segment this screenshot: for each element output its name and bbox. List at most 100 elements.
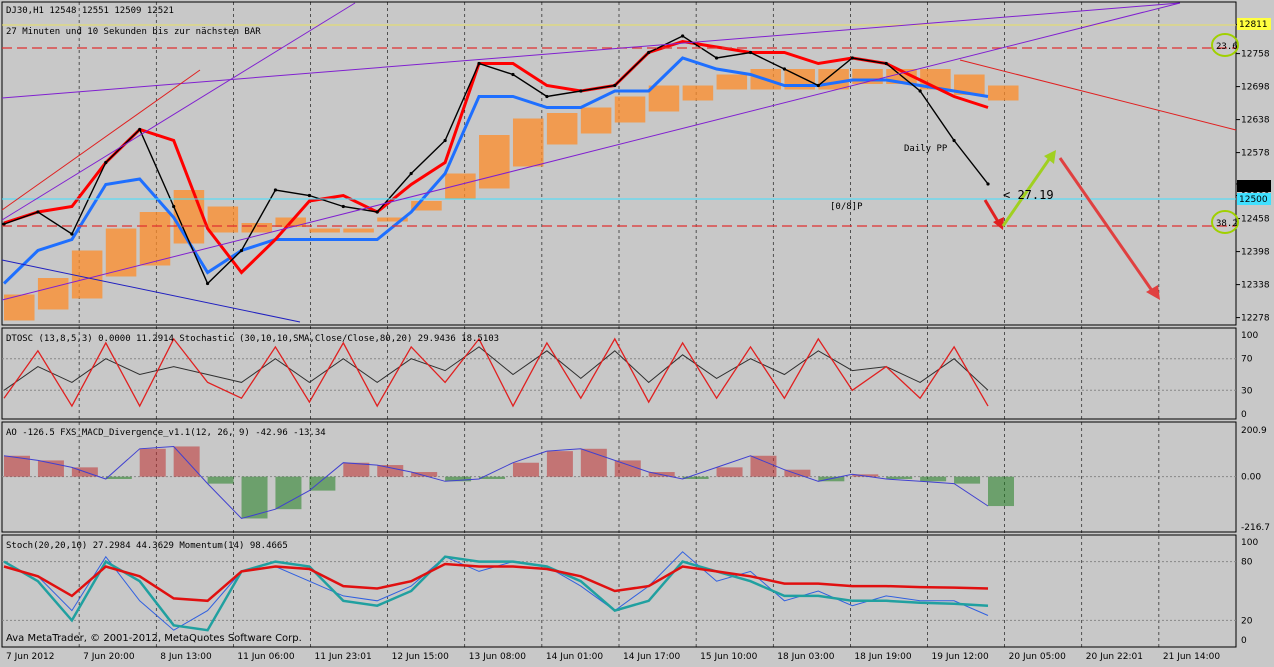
cloud-band <box>512 118 544 167</box>
price-point <box>409 171 413 176</box>
cloud-band <box>37 278 69 310</box>
price-point <box>443 138 447 143</box>
macd-bar <box>105 476 132 479</box>
cloud-band <box>343 228 374 233</box>
time-tick-label: 15 Jun 10:00 <box>700 652 757 662</box>
cloud-band <box>682 85 714 101</box>
cloud-band <box>580 107 612 134</box>
arrow-label: < 27.19 <box>1003 188 1054 202</box>
price-point <box>239 248 244 253</box>
macd-bar <box>546 451 573 477</box>
time-tick-label: 19 Jun 12:00 <box>932 652 989 662</box>
macd-bar <box>886 476 913 479</box>
fib-top-label: 23.6 <box>1216 42 1238 52</box>
time-axis: 7 Jun 2012 7 Jun 20:00 8 Jun 13:00 11 Jun 0… <box>6 652 1220 662</box>
price-point <box>205 281 210 286</box>
price-point <box>579 89 583 93</box>
osc-tick-label: 80 <box>1241 558 1253 568</box>
macd-bar <box>343 462 370 477</box>
price-tick-label: 12578 <box>1241 149 1270 159</box>
osc-tick-label: 30 <box>1241 386 1253 396</box>
stoch-header: Stoch(20,20,10) 27.2984 44.3629 Momentum… <box>6 541 288 551</box>
price-point <box>138 127 142 132</box>
time-tick-label: 14 Jun 17:00 <box>623 652 680 662</box>
time-tick-label: 20 Jun 22:01 <box>1086 652 1143 662</box>
price-tick-label: 12278 <box>1241 314 1270 324</box>
price-tick-label: 12398 <box>1241 248 1270 258</box>
price-point <box>172 204 176 209</box>
price-point <box>273 188 278 192</box>
price-tick-label: 12338 <box>1241 281 1270 291</box>
price-point <box>375 210 379 214</box>
price-tag-cyan-text: 12500 <box>1239 195 1268 205</box>
price-point <box>2 222 6 226</box>
macd-bar <box>139 448 166 477</box>
daily-pp-label: Daily PP <box>904 144 948 154</box>
time-tick-label: 8 Jun 13:00 <box>160 652 212 662</box>
osc-tick-label: 0.00 <box>1241 473 1261 483</box>
macd-bar <box>275 476 302 510</box>
price-tag-current-text: 12521 <box>1239 182 1268 192</box>
cloud-band <box>716 74 748 90</box>
price-point <box>70 232 74 236</box>
price-point <box>647 50 651 55</box>
osc-tick-label: 100 <box>1241 331 1258 341</box>
macd-bar <box>716 467 743 477</box>
time-tick-label: 14 Jun 01:00 <box>546 652 603 662</box>
countdown-text: 27 Minuten und 10 Sekunden bis zur nächs… <box>6 27 261 37</box>
price-point <box>952 138 956 143</box>
osc-tick-label: 200.9 <box>1241 426 1267 436</box>
cloud-band <box>445 173 476 200</box>
cloud-band <box>139 212 171 266</box>
time-tick-label: 7 Jun 20:00 <box>83 652 135 662</box>
price-point <box>681 34 685 38</box>
osc-tick-label: 20 <box>1241 616 1253 626</box>
price-tick-label: 12758 <box>1241 50 1270 60</box>
cloud-band <box>207 206 239 233</box>
macd-bar <box>377 465 404 477</box>
cloud-band <box>648 85 680 112</box>
macd-bar <box>920 476 947 482</box>
macd-bar <box>988 476 1014 507</box>
time-tick-label: 7 Jun 2012 <box>6 652 54 662</box>
cloud-band <box>309 228 340 233</box>
macd-bar <box>207 476 234 484</box>
cloud-band <box>546 113 578 145</box>
price-point <box>816 83 820 88</box>
price-point <box>884 61 888 66</box>
price-point <box>748 50 753 55</box>
cloud-band <box>71 250 103 299</box>
time-tick-label: 21 Jun 14:00 <box>1163 652 1220 662</box>
price-tick-label: 12458 <box>1241 215 1270 225</box>
price-point <box>545 94 549 99</box>
osc-tick-label: 0 <box>1241 636 1247 646</box>
symbol-line: DJ30,H1 12548 12551 12509 12521 <box>6 6 174 16</box>
time-tick-label: 11 Jun 23:01 <box>315 652 372 662</box>
osc-tick-label: -216.7 <box>1241 523 1270 533</box>
time-tick-label: 11 Jun 06:00 <box>237 652 294 662</box>
macd-bar <box>750 455 777 477</box>
price-tick-label: 12698 <box>1241 83 1270 93</box>
price-point <box>477 61 481 66</box>
macd-bar <box>954 476 981 484</box>
price-point <box>307 193 311 198</box>
chart-canvas[interactable]: 12811 12758 12698 12638 12578 12521 12500 12458… <box>0 0 1274 663</box>
osc-tick-label: 70 <box>1241 355 1253 365</box>
time-tick-label: 12 Jun 15:00 <box>392 652 449 662</box>
macd-bar <box>614 460 641 477</box>
osc-tick-label: 0 <box>1241 410 1247 420</box>
macd-header: AO -126.5 FXS_MACD_Divergence_v1.1(12, 2… <box>6 428 326 438</box>
time-tick-label: 18 Jun 03:00 <box>777 652 834 662</box>
cloud-band <box>614 96 646 123</box>
cloud-band <box>105 228 137 277</box>
cloud-band <box>479 135 510 189</box>
price-tag-yellow-text: 12811 <box>1239 20 1268 30</box>
price-point <box>850 56 854 60</box>
time-tick-label: 18 Jun 19:00 <box>854 652 911 662</box>
osc-tick-label: 100 <box>1241 538 1258 548</box>
price-point <box>341 204 345 209</box>
cloud-band <box>818 69 849 90</box>
time-tick-label: 13 Jun 08:00 <box>469 652 526 662</box>
time-tick-label: 20 Jun 05:00 <box>1009 652 1066 662</box>
macd-bar <box>309 476 336 491</box>
